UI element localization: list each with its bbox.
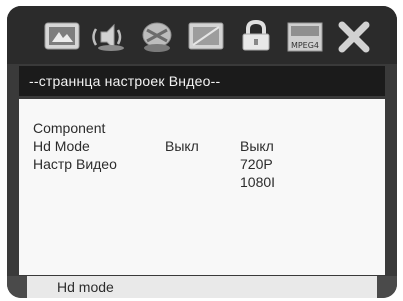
status-bar: Hd mode xyxy=(7,276,397,298)
system-setup-icon[interactable] xyxy=(43,20,81,54)
mpeg-info-icon[interactable]: MPEG4 xyxy=(286,20,324,54)
page-title: --страннца настроек Вндео-- xyxy=(29,73,221,89)
setting-component[interactable]: Component xyxy=(33,120,105,136)
disc-icon[interactable] xyxy=(138,20,176,54)
lock-icon[interactable] xyxy=(237,20,275,54)
setting-hd-mode[interactable]: Hd Mode xyxy=(33,138,90,154)
exit-icon[interactable] xyxy=(335,20,373,54)
setting-video-adjust[interactable]: Настр Видео xyxy=(33,156,117,172)
menu-header: --страннца настроек Вндео-- xyxy=(19,66,385,96)
status-bar-inner: Hd mode xyxy=(27,276,377,298)
hd-mode-current-value: Выкл xyxy=(165,138,199,154)
audio-setup-icon[interactable] xyxy=(89,20,127,54)
option-1080i[interactable]: 1080I xyxy=(240,174,275,190)
status-text: Hd mode xyxy=(57,279,114,295)
mpeg-label: MPEG4 xyxy=(291,41,319,50)
video-setup-icon[interactable] xyxy=(187,20,225,54)
top-icon-bar: MPEG4 xyxy=(7,6,397,64)
settings-panel: Component Hd Mode Выкл Настр Видео Выкл … xyxy=(19,99,385,275)
setup-menu-screen: MPEG4 --страннца настроек Вндео-- Compon… xyxy=(7,6,397,298)
option-off[interactable]: Выкл xyxy=(240,138,274,154)
option-720p[interactable]: 720P xyxy=(240,156,273,172)
